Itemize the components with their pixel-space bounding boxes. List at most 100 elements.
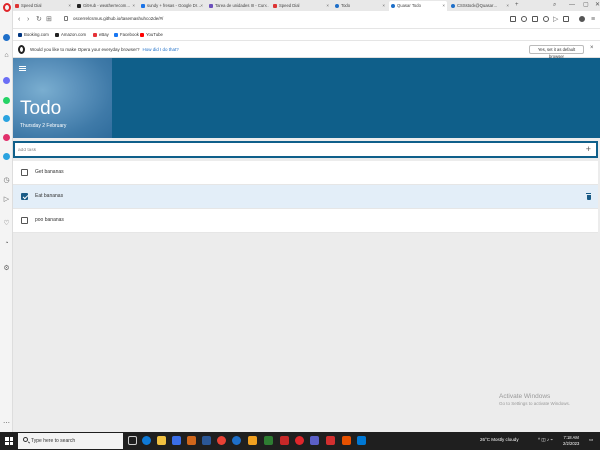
- notifications-icon[interactable]: ▭: [589, 437, 593, 443]
- profile-avatar[interactable]: [579, 16, 585, 22]
- task-view-icon[interactable]: [128, 436, 137, 445]
- tab-speed-dial-2[interactable]: Speed Dial ×: [271, 1, 331, 11]
- opera-taskbar-icon[interactable]: [295, 436, 304, 445]
- system-tray-icons[interactable]: ^ ◫ ♪ ⌁: [538, 437, 553, 443]
- file-explorer-icon[interactable]: [157, 436, 166, 445]
- forward-icon[interactable]: ›: [27, 15, 29, 24]
- back-icon[interactable]: ‹: [18, 15, 20, 24]
- how-did-i-do-that-link[interactable]: How did I do that?: [142, 47, 178, 52]
- tab-favicon: [335, 4, 339, 8]
- todo-checkbox[interactable]: [21, 217, 28, 224]
- close-tab-icon[interactable]: ×: [68, 1, 71, 11]
- player-icon[interactable]: ▷: [2, 196, 11, 204]
- twitter-icon[interactable]: [3, 153, 10, 160]
- opera-logo-icon: [18, 45, 25, 54]
- bookmark-ebay[interactable]: eBay: [93, 32, 109, 38]
- delete-icon[interactable]: [586, 193, 591, 200]
- instagram-icon[interactable]: [3, 134, 10, 141]
- settings-icon[interactable]: ⚙: [2, 265, 11, 273]
- reload-icon[interactable]: ↻: [36, 15, 42, 24]
- menu-icon[interactable]: [19, 66, 26, 71]
- close-tab-icon[interactable]: ×: [506, 1, 509, 11]
- maximize-icon[interactable]: ▢: [583, 0, 589, 11]
- speed-dial-grid-icon[interactable]: ⊞: [46, 15, 52, 24]
- todo-item[interactable]: Get bananas: [13, 161, 598, 185]
- bookmark-booking[interactable]: Booking.com: [18, 32, 49, 38]
- taskbar-clock[interactable]: 7:18 AM 2/2/2023: [563, 435, 579, 446]
- close-tab-icon[interactable]: ×: [132, 1, 135, 11]
- browser-icon[interactable]: [232, 436, 241, 445]
- bookmark-facebook[interactable]: Facebook: [114, 32, 139, 38]
- bookmarks-heart-icon[interactable]: [543, 16, 549, 22]
- taskbar-search[interactable]: Type here to search: [18, 433, 123, 449]
- word-icon[interactable]: [202, 436, 211, 445]
- tab-speed-dial[interactable]: Speed Dial ×: [13, 1, 73, 11]
- home-icon[interactable]: ⌂: [2, 52, 11, 60]
- watermark-subtitle: Go to Settings to activate Windows.: [499, 401, 571, 406]
- tab-favicon: [451, 4, 455, 8]
- lock-icon: [64, 16, 68, 21]
- more-icon[interactable]: ⋯: [2, 420, 11, 428]
- heart-icon[interactable]: ♡: [2, 220, 11, 228]
- app-icon[interactable]: [264, 436, 273, 445]
- bookmark-amazon[interactable]: Amazon.com: [55, 32, 86, 38]
- clock-icon[interactable]: ◔: [2, 240, 11, 248]
- app-icon[interactable]: [310, 436, 319, 445]
- tab-label: Quasar Todo: [397, 3, 421, 8]
- close-icon[interactable]: ×: [590, 45, 594, 51]
- app-icon[interactable]: [248, 436, 257, 445]
- telegram-icon[interactable]: [3, 115, 10, 122]
- bookmark-youtube[interactable]: YouTube: [140, 32, 163, 38]
- app-icon[interactable]: [280, 436, 289, 445]
- clock-date: 2/2/2023: [563, 440, 580, 446]
- messenger-icon[interactable]: [3, 77, 10, 84]
- tab-todo[interactable]: Todo ×: [333, 1, 387, 11]
- close-tab-icon[interactable]: ×: [326, 1, 329, 11]
- easy-setup-icon[interactable]: ≡: [591, 15, 595, 24]
- tab-github[interactable]: GitHub - weatherrecom… ×: [75, 1, 137, 11]
- tab-course[interactable]: Tarea de unidades III - Cur… ×: [207, 1, 269, 11]
- todo-item[interactable]: Eat bananas: [13, 185, 598, 209]
- add-icon[interactable]: +: [586, 144, 591, 154]
- app-icon[interactable]: [342, 436, 351, 445]
- tab-quasar-todo[interactable]: Quasar Todo ×: [389, 1, 447, 11]
- close-tab-icon[interactable]: ×: [200, 1, 203, 11]
- wallet-icon[interactable]: [532, 16, 538, 22]
- app-icon[interactable]: [326, 436, 335, 445]
- close-tab-icon[interactable]: ×: [264, 1, 267, 11]
- windows-start-icon[interactable]: [5, 437, 13, 445]
- close-tab-icon[interactable]: ×: [382, 1, 385, 11]
- todo-checkbox-checked[interactable]: [21, 193, 28, 200]
- bookmarks-bar: Booking.com Amazon.com eBay Facebook You…: [13, 29, 600, 41]
- extensions-icon[interactable]: [563, 16, 569, 22]
- url-field[interactable]: oscerrelcsmus.github.io/tasemashuhco2de/…: [73, 16, 163, 21]
- chrome-icon[interactable]: [217, 436, 226, 445]
- facebook-icon: [114, 33, 118, 37]
- tab-quasar-docs[interactable]: CSSstock@Quasar… ×: [449, 1, 511, 11]
- set-default-browser-button[interactable]: Yes, set it as default browser: [529, 45, 584, 59]
- vpn-icon[interactable]: [521, 16, 527, 22]
- new-tab-icon[interactable]: +: [515, 0, 519, 11]
- opera-logo-icon[interactable]: [3, 3, 11, 12]
- add-task-input[interactable]: [18, 145, 578, 155]
- close-tab-icon[interactable]: ×: [442, 1, 445, 11]
- vscode-icon[interactable]: [357, 436, 366, 445]
- tab-favicon: [209, 4, 213, 8]
- tab-google-drive[interactable]: sundy + fresas - Google Dr… ×: [139, 1, 205, 11]
- minimize-icon[interactable]: —: [569, 0, 575, 11]
- search-tabs-icon[interactable]: ⌕: [553, 0, 556, 11]
- close-window-icon[interactable]: ✕: [595, 0, 600, 11]
- speed-dial-icon[interactable]: [3, 34, 10, 41]
- todo-item[interactable]: poo bananas: [13, 209, 598, 233]
- edge-icon[interactable]: [142, 436, 151, 445]
- player-toolbar-icon[interactable]: ▷: [553, 15, 558, 24]
- tab-label: GitHub - weatherrecom…: [83, 3, 131, 8]
- whatsapp-icon[interactable]: [3, 97, 10, 104]
- taskbar: Type here to search 26°C Mostly cloudy ^…: [0, 432, 600, 450]
- office-icon[interactable]: [187, 436, 196, 445]
- history-icon[interactable]: ◷: [2, 177, 11, 185]
- weather-label[interactable]: 26°C Mostly cloudy: [480, 437, 519, 442]
- todo-checkbox[interactable]: [21, 169, 28, 176]
- store-icon[interactable]: [172, 436, 181, 445]
- snapshot-icon[interactable]: [510, 16, 516, 22]
